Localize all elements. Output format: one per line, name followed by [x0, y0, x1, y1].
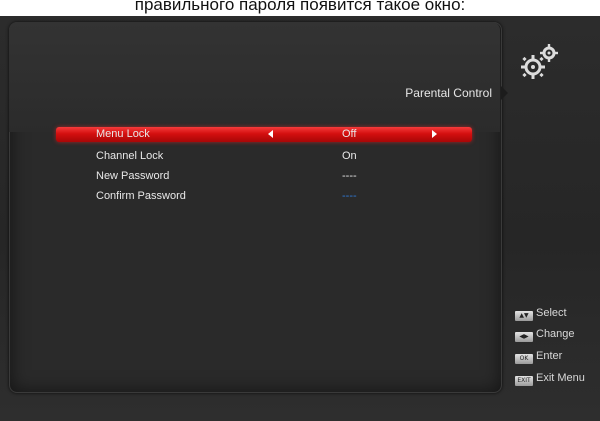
- menu-row-confirm-password[interactable]: Confirm Password ----: [56, 189, 472, 204]
- legend-label: Exit Menu: [536, 372, 585, 384]
- leftright-key-icon: ◀▶: [515, 332, 533, 342]
- menu-row-value: Off: [342, 128, 357, 140]
- menu-row-label: Menu Lock: [96, 128, 150, 140]
- stb-menu-screen: Parental Control Menu Lock Off Channel L…: [0, 16, 600, 421]
- menu-row-value: On: [342, 150, 357, 162]
- ok-key-icon: OK: [515, 354, 533, 364]
- arrow-right-icon[interactable]: [432, 130, 437, 138]
- menu-row-channel-lock[interactable]: Channel Lock On: [56, 149, 472, 164]
- menu-row-label: New Password: [96, 170, 170, 182]
- new-password-value: ----: [342, 170, 357, 182]
- legend-select: ▲▼ Select: [515, 306, 567, 321]
- menu-panel-header: [9, 22, 500, 132]
- legend-label: Select: [536, 307, 567, 319]
- menu-row-label: Channel Lock: [96, 150, 164, 162]
- legend-label: Change: [536, 328, 575, 340]
- page-title: Parental Control: [405, 86, 492, 100]
- menu-row-new-password[interactable]: New Password ----: [56, 169, 472, 184]
- legend-enter: OK Enter: [515, 349, 563, 364]
- gears-icon: [521, 44, 558, 79]
- menu-row-menu-lock[interactable]: Menu Lock Off: [56, 127, 472, 142]
- menu-row-label: Confirm Password: [96, 190, 186, 202]
- legend-exit-menu: EXIT Exit Menu: [515, 371, 585, 386]
- legend-label: Enter: [536, 350, 563, 362]
- confirm-password-value: ----: [342, 190, 357, 202]
- legend-change: ◀▶ Change: [515, 327, 575, 342]
- exit-key-icon: EXIT: [515, 376, 533, 386]
- arrow-left-icon[interactable]: [268, 130, 273, 138]
- title-pointer: [501, 86, 508, 100]
- updown-key-icon: ▲▼: [515, 311, 533, 321]
